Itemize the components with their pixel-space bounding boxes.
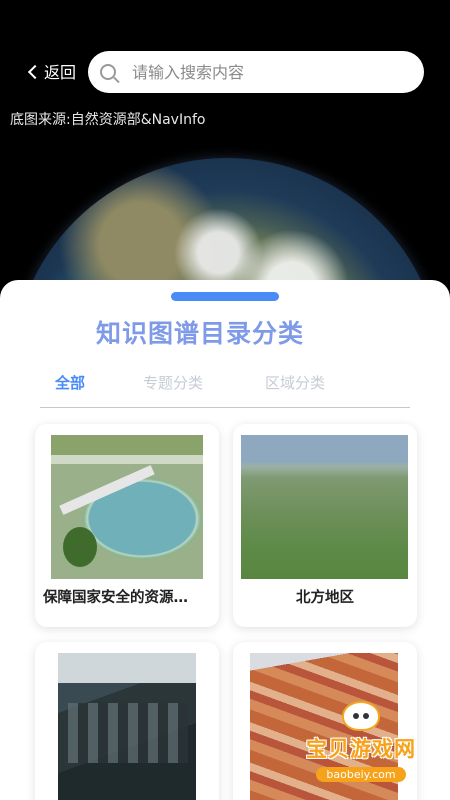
mascot-icon bbox=[342, 701, 380, 731]
search-bar[interactable] bbox=[88, 51, 424, 93]
tab-topic-category[interactable]: 专题分类 bbox=[143, 372, 203, 393]
chevron-left-icon bbox=[27, 64, 43, 79]
watermark-name: 宝贝游戏网 bbox=[306, 737, 416, 761]
category-tabs: 全部 专题分类 区域分类 bbox=[40, 370, 410, 408]
card-image bbox=[241, 435, 408, 579]
panel-title: 知识图谱目录分类 bbox=[95, 319, 304, 348]
catalog-panel: 知识图谱目录分类 全部 专题分类 区域分类 保障国家安全的资源… 北方地区 宝贝… bbox=[0, 280, 450, 800]
tab-region-category[interactable]: 区域分类 bbox=[265, 372, 325, 393]
drag-handle[interactable] bbox=[171, 292, 279, 301]
tab-all[interactable]: 全部 bbox=[55, 372, 85, 393]
back-label: 返回 bbox=[44, 63, 77, 82]
card-image bbox=[58, 653, 196, 800]
earth-globe[interactable] bbox=[12, 158, 442, 300]
card-label: 保障国家安全的资源… bbox=[43, 590, 188, 606]
search-input[interactable] bbox=[132, 62, 392, 82]
watermark-site: baobeiy.com bbox=[316, 767, 406, 782]
watermark: 宝贝游戏网 baobeiy.com bbox=[306, 701, 416, 782]
back-button[interactable]: 返回 bbox=[27, 58, 77, 84]
catalog-card[interactable]: 北方地区 bbox=[233, 424, 417, 627]
map-source-text: 底图来源:自然资源部&NavInfo bbox=[10, 112, 206, 128]
catalog-card[interactable]: 保障国家安全的资源… bbox=[35, 424, 219, 627]
catalog-card[interactable] bbox=[35, 642, 219, 800]
map-view[interactable] bbox=[0, 0, 450, 300]
card-label: 北方地区 bbox=[296, 590, 354, 606]
search-icon bbox=[100, 64, 116, 80]
card-image bbox=[51, 435, 203, 579]
